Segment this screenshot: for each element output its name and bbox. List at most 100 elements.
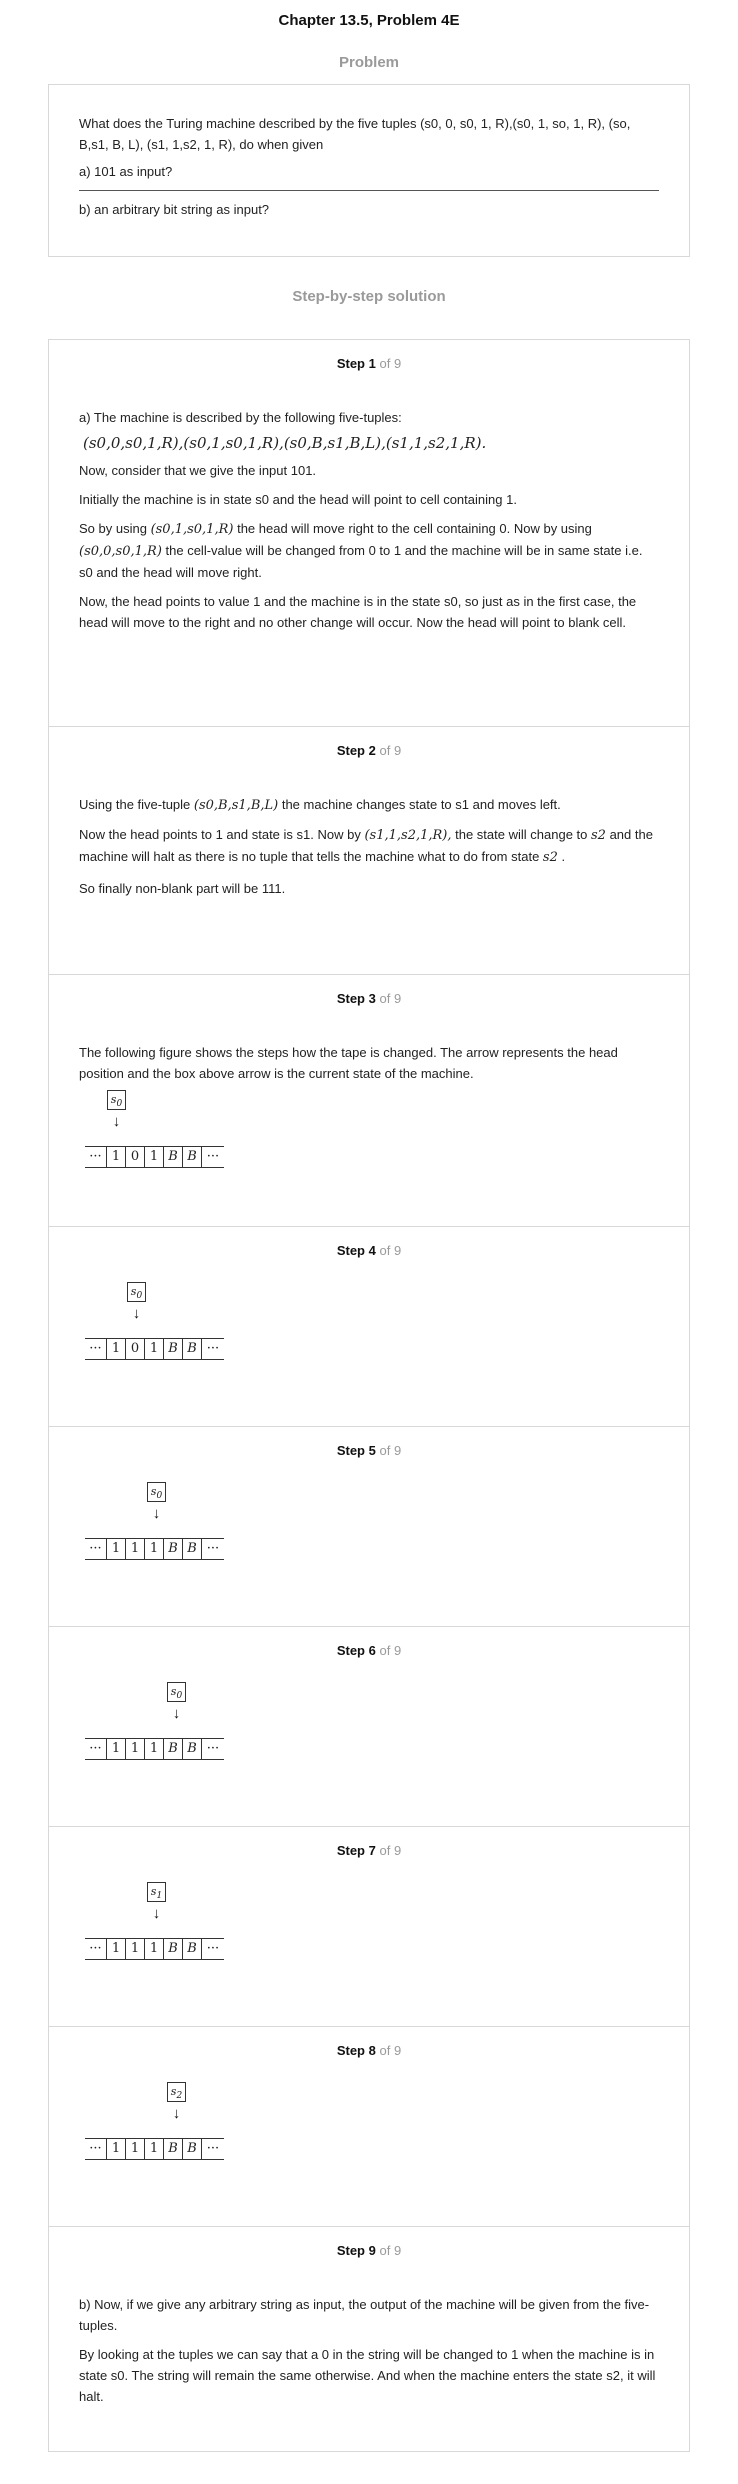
tape: ··· 1 1 1 B B ··· [85,1738,224,1760]
tape-diagram: ··· 1 1 1 B B ··· s1 ↓ [79,1880,659,1970]
tuples-formula: (s0,0,s0,1,R),(s0,1,s0,1,R),(s0,B,s1,B,L… [83,434,487,452]
tape-cell: ··· [206,1941,220,1956]
tape-cell: B [164,1539,183,1559]
problem-card: What does the Turing machine described b… [48,84,690,257]
step-1: Step 1 of 9 a) The machine is described … [49,340,689,727]
tape-cell: ··· [206,2141,220,2156]
step-7: Step 7 of 9 ··· 1 1 1 B B ··· s1 ↓ [49,1827,689,2027]
tape-cell: ··· [85,1739,107,1759]
tape-diagram: ··· 1 1 1 B B ··· s0 ↓ [79,1680,659,1770]
tape-cell: B [164,1939,183,1959]
tape-cell: 1 [107,1739,126,1759]
tape-cell: B [183,1539,202,1559]
tape-diagram: ··· 1 1 1 B B ··· s2 ↓ [79,2080,659,2170]
head-arrow-icon: ↓ [112,1113,121,1130]
tape-cell: ··· [85,1939,107,1959]
tape-diagram: ··· 1 0 1 B B ··· s0 ↓ [79,1088,659,1178]
tape-cell: 0 [126,1147,145,1167]
step-8: Step 8 of 9 ··· 1 1 1 B B ··· s2 ↓ [49,2027,689,2227]
step-6-heading: Step 6 of 9 [336,1643,402,1658]
tape-diagram: ··· 1 1 1 B B ··· s0 ↓ [79,1480,659,1570]
step-9: Step 9 of 9 b) Now, if we give any arbit… [49,2227,689,2451]
step-5: Step 5 of 9 ··· 1 1 1 B B ··· s0 ↓ [49,1427,689,1627]
head-arrow-icon: ↓ [152,1905,161,1922]
step-3-p1: The following figure shows the steps how… [79,1045,618,1081]
step-2-heading: Step 2 of 9 [336,743,402,758]
step-1-p2: Initially the machine is in state s0 and… [79,492,517,507]
machine-state-box: s0 [127,1282,146,1302]
machine-state-box: s0 [147,1482,166,1502]
step-4: Step 4 of 9 ··· 1 0 1 B B ··· s0 ↓ [49,1227,689,1427]
tape-cell: 1 [126,2139,145,2159]
step-2-p1: Using the five-tuple (s0,B,s1,B,L) the m… [79,797,561,813]
tape-cell: B [183,1939,202,1959]
step-1-intro: a) The machine is described by the follo… [79,410,402,425]
tape-cell: ··· [85,1147,107,1167]
step-1-p4: Now, the head points to value 1 and the … [79,594,637,630]
tape-cell: 1 [145,1739,164,1759]
tape-cell: B [183,1147,202,1167]
tape-cell: ··· [206,1149,220,1164]
problem-part-b: b) an arbitrary bit string as input? [79,202,270,217]
step-4-heading: Step 4 of 9 [336,1243,402,1258]
tape-cell: B [183,2139,202,2159]
step-1-heading: Step 1 of 9 [336,356,402,371]
tape-cell: 0 [126,1339,145,1359]
step-3-heading: Step 3 of 9 [336,991,402,1006]
step-5-heading: Step 5 of 9 [336,1443,402,1458]
tape-cell: ··· [85,1339,107,1359]
step-2: Step 2 of 9 Using the five-tuple (s0,B,s… [49,727,689,975]
tape: ··· 1 1 1 B B ··· [85,1538,224,1560]
step-3: Step 3 of 9 The following figure shows t… [49,975,689,1227]
head-arrow-icon: ↓ [132,1305,141,1322]
tape-cell: B [164,1147,183,1167]
problem-heading: Problem [338,54,399,71]
step-1-p3: So by using (s0,1,s0,1,R) the head will … [79,521,643,580]
step-2-p2: Now the head points to 1 and state is s1… [79,827,653,865]
tape-cell: ··· [206,1741,220,1756]
step-2-p3: So finally non-blank part will be 111. [79,881,286,896]
tape-cell: 1 [145,2139,164,2159]
solution-heading: Step-by-step solution [292,288,446,305]
tape-cell: 1 [107,1147,126,1167]
step-8-heading: Step 8 of 9 [336,2043,402,2058]
step-9-p2: By looking at the tuples we can say that… [79,2347,656,2404]
tape: ··· 1 0 1 B B ··· [85,1146,224,1168]
solution-steps: Step 1 of 9 a) The machine is described … [48,339,690,2452]
machine-state-box: s0 [167,1682,186,1702]
tape-cell: 1 [107,1339,126,1359]
step-9-p1: b) Now, if we give any arbitrary string … [79,2297,650,2333]
tape-cell: 1 [107,1939,126,1959]
tape-cell: B [164,2139,183,2159]
tape: ··· 1 0 1 B B ··· [85,1338,224,1360]
tuple-formula: (s0,0,s0,1,R) [79,544,162,559]
tape-cell: ··· [85,1539,107,1559]
tape-cell: B [164,1339,183,1359]
tape: ··· 1 1 1 B B ··· [85,1938,224,1960]
problem-part-a: a) 101 as input? [79,164,173,179]
tape-cell: 1 [145,1339,164,1359]
page-title: Chapter 13.5, Problem 4E [278,12,460,29]
tape-cell: 1 [145,1147,164,1167]
tape-cell: ··· [85,2139,107,2159]
machine-state-box: s1 [147,1882,166,1902]
head-arrow-icon: ↓ [152,1505,161,1522]
step-9-heading: Step 9 of 9 [336,2243,402,2258]
tape-cell: 1 [145,1939,164,1959]
tape-cell: ··· [206,1341,220,1356]
step-1-p1: Now, consider that we give the input 101… [79,463,317,478]
tape-cell: 1 [126,1539,145,1559]
machine-state-box: s0 [107,1090,126,1110]
tape: ··· 1 1 1 B B ··· [85,2138,224,2160]
tape-cell: B [183,1739,202,1759]
tape-cell: B [164,1739,183,1759]
tape-cell: 1 [107,1539,126,1559]
tape-cell: ··· [206,1541,220,1556]
tuple-formula: (s0,1,s0,1,R) [150,522,234,537]
step-7-heading: Step 7 of 9 [336,1843,402,1858]
tape-cell: 1 [145,1539,164,1559]
head-arrow-icon: ↓ [172,2105,181,2122]
tuple-formula: (s0,B,s1,B,L) [193,798,279,813]
tape-cell: 1 [126,1739,145,1759]
tape-diagram: ··· 1 0 1 B B ··· s0 ↓ [79,1280,659,1370]
